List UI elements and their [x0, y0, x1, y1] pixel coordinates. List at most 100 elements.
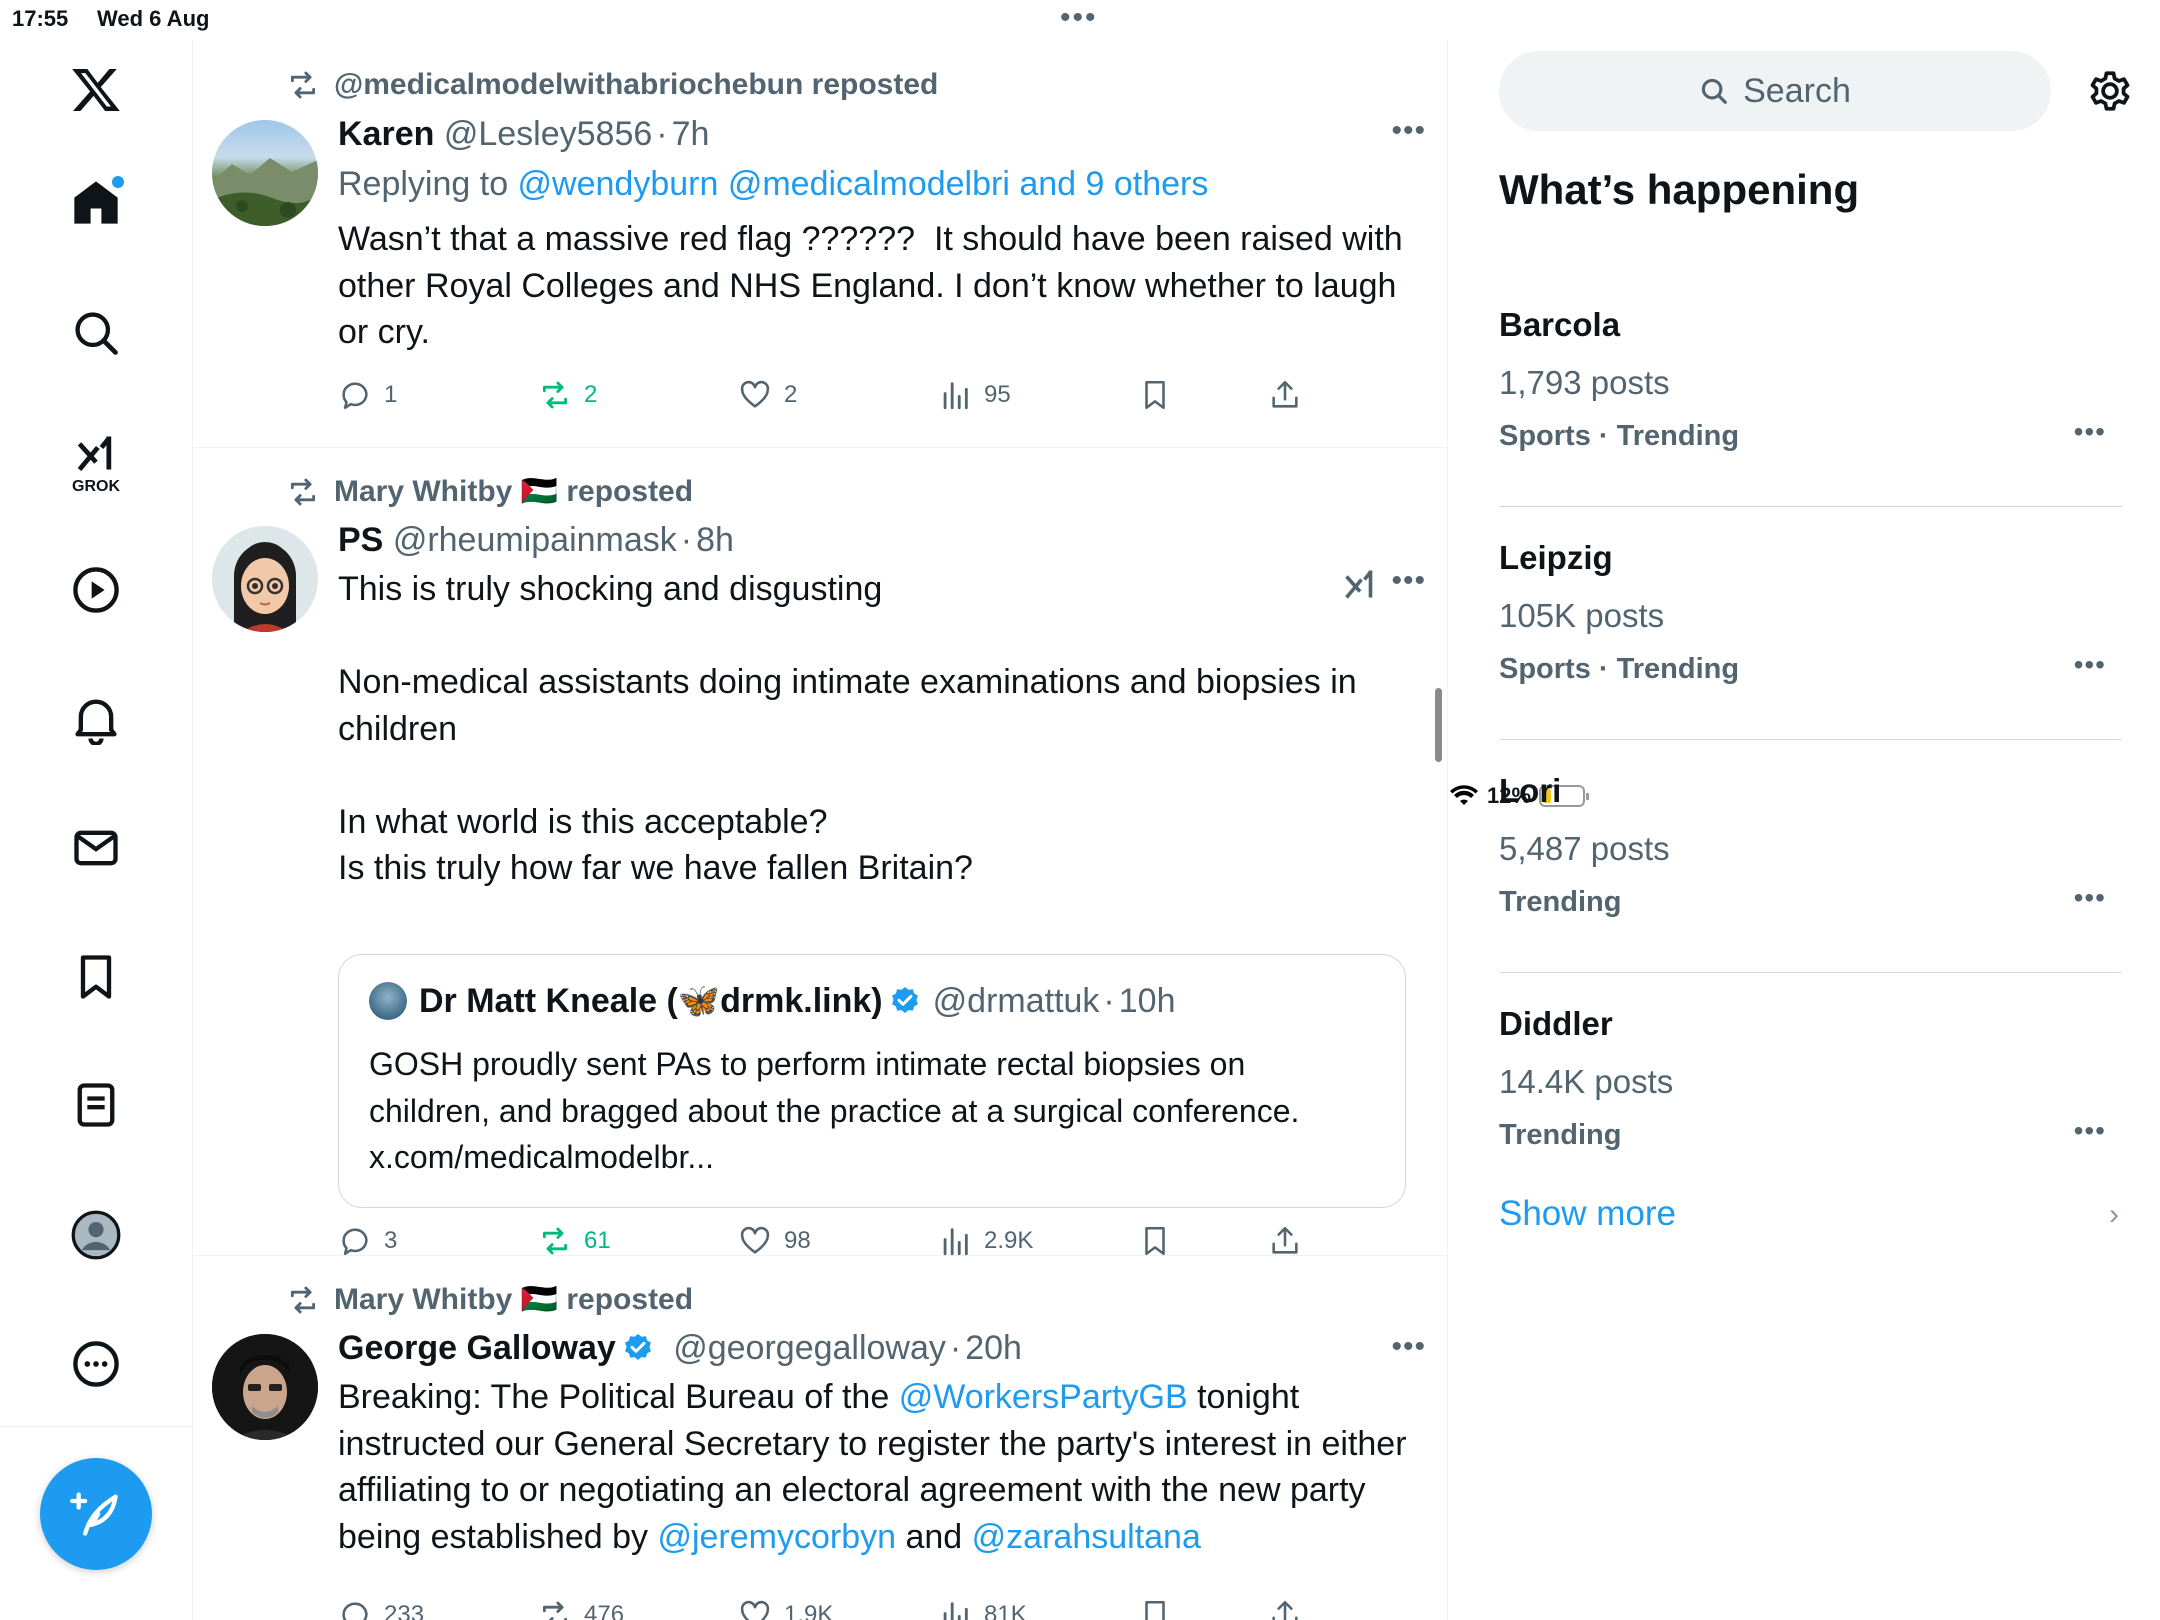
bookmark-button[interactable] — [1138, 1598, 1172, 1620]
repost-context-text: @medicalmodelwithabriochebun reposted — [334, 68, 939, 101]
tweet[interactable]: @medicalmodelwithabriochebun reposted Ka… — [194, 40, 1447, 448]
avatar[interactable] — [212, 120, 318, 226]
tweet-time[interactable]: 8h — [696, 521, 734, 559]
author-name[interactable]: Karen — [338, 115, 434, 153]
like-count: 2 — [784, 381, 798, 408]
repost-context: @medicalmodelwithabriochebun reposted — [286, 68, 938, 102]
nav-grok[interactable]: GROK — [56, 420, 136, 500]
share-button[interactable] — [1268, 378, 1302, 412]
more-options-icon[interactable]: ••• — [1391, 114, 1426, 148]
more-options-icon[interactable]: ••• — [1391, 564, 1426, 598]
nav-divider — [0, 1426, 193, 1427]
bookmark-button[interactable] — [1138, 1224, 1172, 1258]
compose-button[interactable] — [40, 1458, 152, 1570]
show-more-link[interactable]: Show more — [1499, 1194, 1676, 1234]
repost-count: 2 — [584, 381, 598, 408]
heart-icon — [740, 380, 770, 408]
tweet[interactable]: Mary Whitby 🇵🇸 reposted PS @rheumipainma… — [194, 448, 1447, 1258]
tweet-text-part: Breaking: The Political Bureau of the — [338, 1378, 899, 1416]
search-input[interactable]: Search — [1499, 51, 2051, 131]
share-icon — [1272, 1600, 1298, 1620]
nav-profile[interactable] — [56, 1195, 136, 1275]
replying-to-links[interactable]: @wendyburn @medicalmodelbri and 9 others — [518, 165, 1209, 203]
scrollbar[interactable] — [1435, 688, 1442, 762]
nav-lists[interactable] — [56, 1065, 136, 1145]
quoted-tweet[interactable]: Dr Matt Kneale (🦋drmk.link) @drmattuk · 10… — [338, 954, 1406, 1208]
nav-more[interactable] — [56, 1324, 136, 1404]
tweet-time[interactable]: 20h — [965, 1329, 1022, 1367]
compose-feather-icon — [70, 1492, 118, 1536]
reply-button[interactable]: 1 — [338, 378, 397, 412]
x-logo[interactable] — [56, 50, 136, 130]
author-name[interactable]: PS — [338, 521, 383, 559]
trend-item[interactable]: Lori 5,487 posts Trending ••• — [1499, 740, 2122, 973]
chevron-right-icon: › — [2109, 1198, 2119, 1231]
reply-button[interactable]: 3 — [338, 1224, 397, 1258]
replying-to: Replying to @wendyburn @medicalmodelbri … — [338, 162, 1430, 206]
trend-more-icon[interactable]: ••• — [2074, 416, 2106, 448]
repost-button[interactable]: 476 — [538, 1598, 624, 1620]
tweet-header: George Galloway @georgegalloway · 20h — [338, 1326, 1430, 1370]
views-count: 95 — [984, 381, 1011, 408]
grok-icon — [77, 436, 112, 472]
mention-link[interactable]: @jeremycorbyn — [657, 1518, 896, 1556]
replying-to-prefix: Replying to — [338, 165, 518, 203]
trend-more-icon[interactable]: ••• — [2074, 882, 2106, 914]
trend-category: Trending — [1499, 886, 1622, 918]
author-handle[interactable]: @rheumipainmask — [393, 521, 677, 559]
mention-link[interactable]: @zarahsultana — [972, 1518, 1201, 1556]
more-circle-icon — [73, 1341, 119, 1387]
tweet[interactable]: Mary Whitby 🇵🇸 reposted George Galloway … — [194, 1256, 1447, 1620]
views-button[interactable]: 95 — [938, 378, 1011, 412]
views-chart-icon — [943, 1602, 968, 1620]
reply-button[interactable]: 233 — [338, 1598, 424, 1620]
views-button[interactable]: 81K — [938, 1598, 1027, 1620]
avatar[interactable] — [212, 1334, 318, 1440]
avatar[interactable] — [212, 526, 318, 632]
like-button[interactable]: 98 — [738, 1224, 811, 1258]
bookmark-button[interactable] — [1138, 378, 1172, 412]
mention-link[interactable]: @WorkersPartyGB — [899, 1378, 1188, 1416]
trend-item[interactable]: Leipzig 105K posts Sports · Trending ••• — [1499, 507, 2122, 740]
repost-button[interactable]: 2 — [538, 378, 597, 412]
x-logo-icon — [72, 68, 120, 112]
gear-icon — [2090, 71, 2130, 111]
heart-icon — [740, 1226, 770, 1254]
views-button[interactable]: 2.9K — [938, 1224, 1033, 1258]
more-options-icon[interactable]: ••• — [1391, 1330, 1426, 1364]
like-button[interactable]: 2 — [738, 378, 797, 412]
trend-name: Lori — [1499, 772, 1562, 809]
trend-more-icon[interactable]: ••• — [2074, 649, 2106, 681]
nav-bookmarks[interactable] — [56, 937, 136, 1017]
tweet-time[interactable]: 7h — [672, 115, 710, 153]
bookmark-icon — [1145, 380, 1165, 410]
views-count: 81K — [984, 1601, 1027, 1620]
views-chart-icon — [943, 382, 968, 410]
timeline[interactable]: @medicalmodelwithabriochebun reposted Ka… — [194, 40, 1448, 1620]
grok-explain-button[interactable] — [1342, 566, 1378, 607]
repost-button[interactable]: 61 — [538, 1224, 611, 1258]
repost-icon — [542, 381, 568, 409]
multitask-handle[interactable]: ••• — [1060, 3, 1098, 33]
author-handle[interactable]: @georgegalloway — [673, 1329, 946, 1367]
author-handle[interactable]: @Lesley5856 — [444, 115, 652, 153]
author-name[interactable]: George Galloway — [338, 1329, 616, 1367]
trend-item[interactable]: Barcola 1,793 posts Sports · Trending ••… — [1499, 274, 2122, 507]
nav-explore[interactable] — [56, 293, 136, 373]
settings-button[interactable] — [2081, 62, 2139, 120]
trend-item[interactable]: Diddler 14.4K posts Trending ••• — [1499, 973, 2122, 1206]
nav-messages[interactable] — [56, 808, 136, 888]
header-separator: · — [1103, 981, 1115, 1020]
repost-context-text: Mary Whitby 🇵🇸 reposted — [334, 1283, 694, 1316]
repost-icon — [542, 1227, 568, 1255]
trend-more-icon[interactable]: ••• — [2074, 1115, 2106, 1147]
nav-notifications[interactable] — [56, 679, 136, 759]
quoted-tweet-header: Dr Matt Kneale (🦋drmk.link) @drmattuk · 10… — [369, 981, 1175, 1021]
nav-home[interactable] — [56, 162, 136, 242]
share-button[interactable] — [1268, 1598, 1302, 1620]
share-button[interactable] — [1268, 1224, 1302, 1258]
like-button[interactable]: 1.9K — [738, 1598, 833, 1620]
nav-video[interactable] — [56, 550, 136, 630]
trend-category: Sports · Trending — [1499, 420, 1740, 452]
bookmark-icon — [1145, 1226, 1165, 1256]
